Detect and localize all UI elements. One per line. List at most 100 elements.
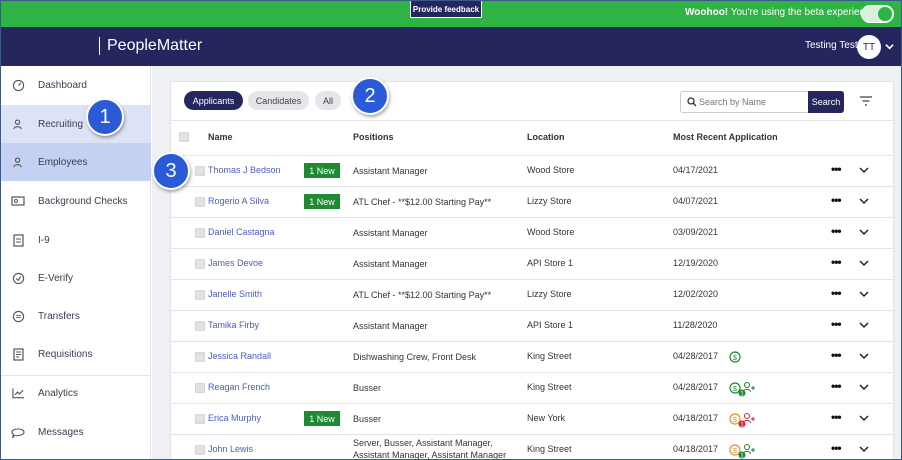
callout-2: 2 [351,77,389,115]
sidebar-item-e-verify[interactable]: E-Verify [1,259,151,297]
applicant-name-link[interactable]: Erica Murphy [208,413,261,423]
requisition-icon [11,347,25,361]
chevron-down-icon[interactable] [859,444,869,454]
positions-line: Assistant Manager [353,259,428,269]
more-options-icon[interactable]: ••• [831,224,842,238]
chevron-down-icon[interactable] [859,165,869,175]
provide-feedback-button[interactable]: Provide feedback [410,1,482,18]
user-name[interactable]: Testing Test [805,40,858,51]
filter-icon[interactable] [859,95,873,107]
applicant-name-link[interactable]: Reagan French [208,382,270,392]
row-checkbox[interactable] [195,445,205,455]
more-options-icon[interactable]: ••• [831,193,842,207]
chevron-down-icon[interactable] [859,351,869,361]
applicant-name-link[interactable]: Daniel Castagna [208,227,275,237]
status-icons[interactable]: $1 [729,442,759,459]
search-button[interactable]: Search [808,91,844,113]
table-row[interactable]: Tamika Firby Assistant Manager API Store 1… [171,311,893,342]
sidebar-item-label: Requisitions [38,348,93,360]
table-row[interactable]: Janelle Smith ATL Chef - **$12.00 Startin… [171,280,893,311]
row-checkbox[interactable] [195,383,205,393]
app-logo[interactable]: PeopleMatter [99,37,202,55]
sidebar-item-transfers[interactable]: Transfers [1,297,151,335]
chevron-down-icon[interactable] [859,320,869,330]
sidebar-item-i9[interactable]: I-9 [1,221,151,259]
more-options-icon[interactable]: ••• [831,255,842,269]
status-icons[interactable]: $ [729,349,759,367]
row-checkbox[interactable] [195,352,205,362]
table-row[interactable]: Reagan French Busser King Street 04/28/2017… [171,373,893,404]
chevron-down-icon[interactable] [859,196,869,206]
chevron-down-icon[interactable] [859,289,869,299]
check-circle-icon [11,271,25,285]
more-options-icon[interactable]: ••• [831,162,842,176]
status-icons[interactable]: $1 [729,411,759,429]
table-row[interactable]: Jessica Randall Dishwashing Crew, Front D… [171,342,893,373]
chevron-down-icon[interactable] [859,382,869,392]
sidebar-item-requisitions[interactable]: Requisitions [1,335,151,373]
row-checkbox[interactable] [195,228,205,238]
applicant-name-link[interactable]: Jessica Randall [208,351,271,361]
table-row[interactable]: John Lewis Server, Busser, Assistant Mana… [171,435,893,459]
dollar-status-icon[interactable]: $1 [729,412,759,433]
table-row[interactable]: Rogerio A Silva 1 New ATL Chef - **$12.00 … [171,187,893,218]
applicant-name-link[interactable]: John Lewis [208,444,253,454]
more-options-icon[interactable]: ••• [831,286,842,300]
column-header-name[interactable]: Name [208,132,233,142]
more-options-icon[interactable]: ••• [831,410,842,424]
callout-3: 3 [152,152,190,190]
row-checkbox[interactable] [195,197,205,207]
chevron-down-icon[interactable] [859,413,869,423]
row-checkbox[interactable] [195,166,205,176]
status-icons[interactable]: $1 [729,380,759,398]
column-header-location[interactable]: Location [527,132,565,142]
table-row[interactable]: Erica Murphy 1 New Busser New York 04/18/201… [171,404,893,435]
dollar-status-icon[interactable]: $1 [729,381,759,402]
chevron-down-icon[interactable] [859,227,869,237]
row-checkbox[interactable] [195,414,205,424]
chevron-down-icon[interactable] [859,258,869,268]
row-checkbox[interactable] [195,290,205,300]
chevron-down-icon[interactable] [885,42,894,51]
new-badge: 1 New [304,411,340,426]
row-checkbox[interactable] [195,259,205,269]
dollar-status-icon[interactable]: $ [729,351,759,371]
column-header-positions[interactable]: Positions [353,132,394,142]
date-cell: 11/28/2020 [673,320,718,330]
row-checkbox[interactable] [195,321,205,331]
applicant-name-link[interactable]: Thomas J Bedson [208,165,281,175]
sidebar-item-background-checks[interactable]: Background Checks [1,182,151,220]
select-all-checkbox[interactable] [179,132,189,142]
avatar[interactable]: TT [857,35,881,59]
search-input[interactable] [699,95,804,109]
table-row[interactable]: Daniel Castagna Assistant Manager Wood Sto… [171,218,893,249]
column-header-most-recent-application[interactable]: Most Recent Application [673,132,778,142]
table-row[interactable]: James Devoe Assistant Manager API Store 1 1… [171,249,893,280]
applicant-name-link[interactable]: Janelle Smith [208,289,262,299]
applicant-name-link[interactable]: Rogerio A Silva [208,196,269,206]
dollar-status-icon[interactable]: $1 [729,443,759,459]
tab-candidates[interactable]: Candidates [248,91,309,110]
beta-toggle[interactable]: ✓ [861,5,894,23]
sidebar-item-messages[interactable]: Messages [1,413,151,451]
more-options-icon[interactable]: ••• [831,379,842,393]
tab-applicants[interactable]: Applicants [184,91,243,110]
sidebar-item-recruiting[interactable]: Recruiting [1,105,151,143]
applicant-name-link[interactable]: Tamika Firby [208,320,259,330]
location-cell: API Store 1 [527,320,574,330]
positions-cell: Assistant Manager [353,227,428,239]
positions-cell: Busser [353,382,381,394]
sidebar-item-dashboard[interactable]: Dashboard [1,66,151,104]
sidebar-item-analytics[interactable]: Analytics [1,374,151,412]
more-options-icon[interactable]: ••• [831,348,842,362]
more-options-icon[interactable]: ••• [831,441,842,455]
date-cell: 12/19/2020 [673,258,719,268]
sidebar-item-employees[interactable]: Employees [1,143,151,181]
positions-line: Assistant Manager [353,321,428,331]
applicant-name-link[interactable]: James Devoe [208,258,263,268]
more-options-icon[interactable]: ••• [831,317,842,331]
tab-all[interactable]: All [315,91,341,110]
sidebar-item-label: Employees [38,156,88,168]
date-cell: 04/07/2021 [673,196,719,206]
table-row[interactable]: Thomas J Bedson 1 New Assistant Manager Woo… [171,156,893,187]
